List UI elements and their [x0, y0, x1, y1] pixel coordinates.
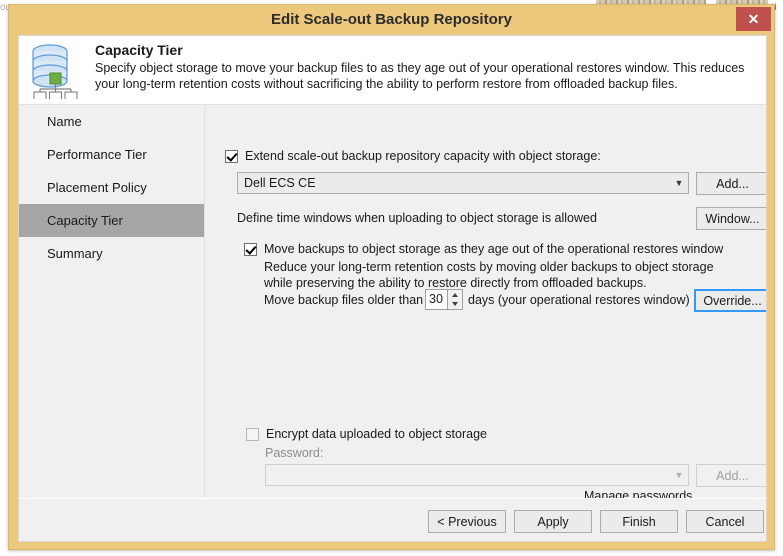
time-window-label: Define time windows when uploading to ob…	[237, 211, 597, 225]
previous-button[interactable]: < Previous	[428, 510, 506, 533]
sidebar-item-name[interactable]: Name	[19, 105, 204, 138]
object-storage-repository-select[interactable]: Dell ECS CE ▼	[237, 172, 689, 194]
finish-button[interactable]: Finish	[600, 510, 678, 533]
page-title: Capacity Tier	[95, 42, 183, 58]
sidebar-item-label: Placement Policy	[47, 180, 147, 195]
object-storage-repository-value: Dell ECS CE	[238, 176, 670, 190]
retention-days-stepper[interactable]: 30	[425, 289, 463, 310]
sidebar-item-summary[interactable]: Summary	[19, 237, 204, 270]
move-backups-description: Reduce your long-term retention costs by…	[264, 259, 714, 291]
sidebar-item-label: Summary	[47, 246, 103, 261]
sidebar-item-label: Performance Tier	[47, 147, 147, 162]
dialog-client-area: Capacity Tier Specify object storage to …	[18, 35, 767, 542]
stepper-increment-button[interactable]	[448, 290, 462, 300]
window-button[interactable]: Window...	[696, 207, 767, 230]
stepper-buttons	[447, 290, 462, 309]
password-label: Password:	[265, 446, 323, 460]
sidebar-item-placement-policy[interactable]: Placement Policy	[19, 171, 204, 204]
apply-button[interactable]: Apply	[514, 510, 592, 533]
object-storage-database-icon	[28, 43, 86, 99]
encrypt-data-checkbox[interactable]	[246, 428, 259, 441]
move-older-than-label: Move backup files older than	[264, 293, 423, 307]
extend-capacity-label: Extend scale-out backup repository capac…	[245, 150, 601, 163]
add-repository-button[interactable]: Add...	[696, 172, 767, 195]
encrypt-data-checkbox-row[interactable]: Encrypt data uploaded to object storage	[246, 428, 487, 441]
move-backups-checkbox[interactable]	[244, 243, 257, 256]
add-password-button: Add...	[696, 464, 767, 487]
move-backups-checkbox-row[interactable]: Move backups to object storage as they a…	[244, 243, 723, 256]
encrypt-data-label: Encrypt data uploaded to object storage	[266, 428, 487, 441]
chevron-down-icon: ▼	[670, 471, 688, 480]
window-title: Edit Scale-out Backup Repository	[9, 11, 774, 28]
sidebar-item-label: Name	[47, 114, 82, 129]
close-icon[interactable]: ✕	[736, 7, 771, 31]
cancel-button[interactable]: Cancel	[686, 510, 764, 533]
sidebar-item-performance-tier[interactable]: Performance Tier	[19, 138, 204, 171]
password-select: ▼	[265, 464, 689, 486]
retention-days-suffix: days (your operational restores window)	[468, 293, 690, 307]
sidebar-item-label: Capacity Tier	[47, 213, 123, 228]
edit-scale-out-backup-repository-dialog: Edit Scale-out Backup Repository ✕ Capac…	[8, 4, 775, 550]
dialog-header: Capacity Tier Specify object storage to …	[19, 36, 766, 105]
capacity-tier-settings-panel: Extend scale-out backup repository capac…	[206, 105, 766, 497]
dialog-footer: < Previous Apply Finish Cancel	[19, 498, 766, 542]
move-backups-label: Move backups to object storage as they a…	[264, 243, 723, 256]
sidebar-item-capacity-tier[interactable]: Capacity Tier	[19, 204, 204, 237]
chevron-down-icon: ▼	[670, 179, 688, 188]
extend-capacity-checkbox[interactable]	[225, 150, 238, 163]
retention-days-value: 30	[426, 290, 447, 309]
stepper-decrement-button[interactable]	[448, 300, 462, 310]
extend-capacity-checkbox-row[interactable]: Extend scale-out backup repository capac…	[225, 150, 601, 163]
override-button[interactable]: Override...	[694, 289, 767, 312]
title-bar: Edit Scale-out Backup Repository ✕	[9, 5, 774, 35]
page-description: Specify object storage to move your back…	[95, 60, 745, 92]
wizard-step-navigation: Name Performance Tier Placement Policy C…	[19, 105, 205, 497]
